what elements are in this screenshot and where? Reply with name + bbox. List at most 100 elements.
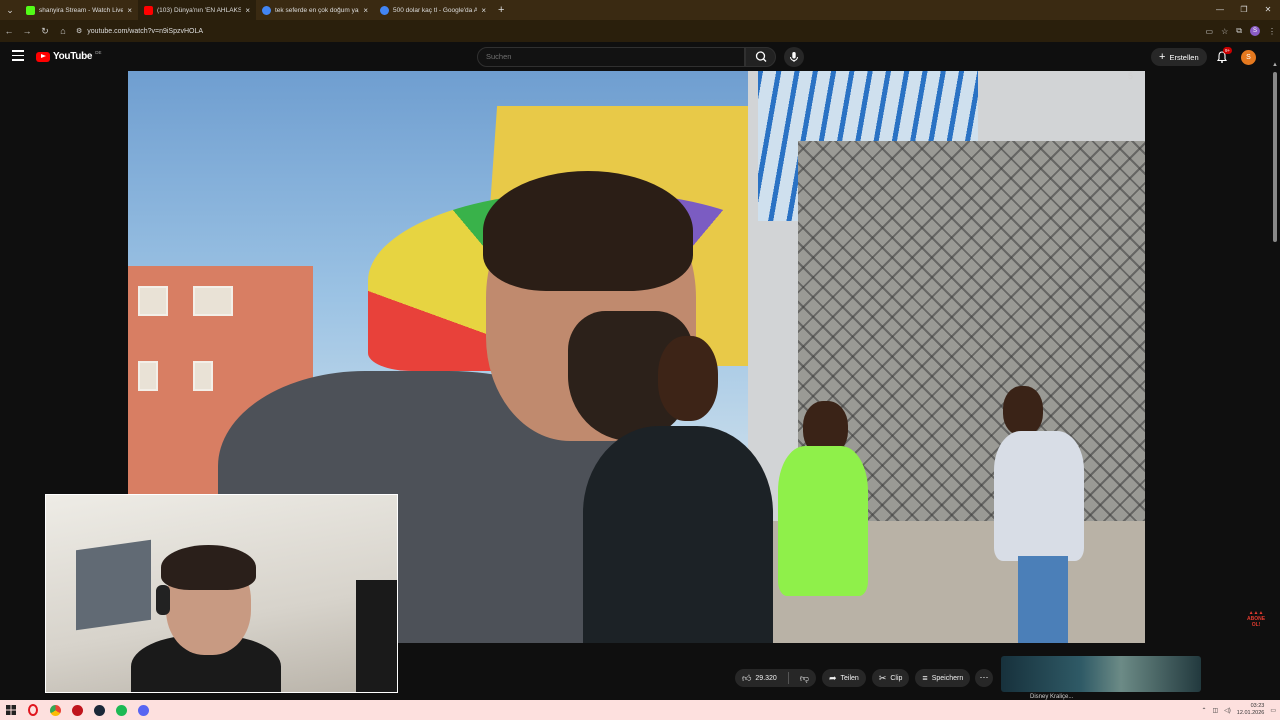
clip-label: Clip xyxy=(890,674,903,682)
dislike-button[interactable]: 👎︎ xyxy=(793,669,816,687)
clip-button[interactable]: ✂ Clip xyxy=(871,669,910,687)
opera-icon[interactable] xyxy=(22,700,44,720)
steam-icon[interactable] xyxy=(88,700,110,720)
back-icon[interactable]: ← xyxy=(0,26,18,36)
webcam-overlay xyxy=(45,494,398,693)
tab-close-icon[interactable]: × xyxy=(127,6,132,15)
window-controls: — ❐ ✕ xyxy=(1208,0,1280,20)
system-tray: ⌃ ◫ ◁) 03:23 12.01.2026 ▭ xyxy=(1201,700,1276,720)
share-icon: ➦ xyxy=(828,672,837,683)
logo-wordmark: YouTube xyxy=(53,51,93,62)
notification-badge: 9+ xyxy=(1223,47,1233,54)
network-icon[interactable]: ◫ xyxy=(1213,707,1219,714)
headset-icon xyxy=(156,585,170,615)
clock-time: 03:23 xyxy=(1250,703,1265,709)
profile-avatar[interactable]: S xyxy=(1250,26,1260,36)
clock[interactable]: 03:23 12.01.2026 xyxy=(1237,703,1265,717)
search-button[interactable] xyxy=(745,47,776,67)
country-code: DE xyxy=(95,50,102,55)
volume-icon[interactable]: ◁) xyxy=(1224,707,1231,714)
maximize-icon[interactable]: ❐ xyxy=(1232,0,1256,20)
tab-title: (103) Dünya'nın 'EN AHLAKSIZ' xyxy=(157,6,242,14)
share-button[interactable]: ➦ Teilen xyxy=(821,669,866,687)
address-bar[interactable]: ⚙ youtube.com/watch?v=n9iSpzvHOLA xyxy=(76,27,204,36)
kick-favicon-icon xyxy=(26,5,35,15)
create-label: Erstellen xyxy=(1169,52,1199,62)
like-button[interactable]: 👍︎ 29.320 xyxy=(735,669,784,687)
tab-search-icon[interactable]: ⌄ xyxy=(0,0,20,20)
tab-title: 500 dolar kaç tl - Google'da Ar xyxy=(393,6,478,14)
new-tab-button[interactable]: + xyxy=(492,4,510,16)
like-dislike-group: 👍︎ 29.320 👎︎ xyxy=(735,669,816,687)
reload-icon[interactable]: ↻ xyxy=(36,26,54,37)
start-icon[interactable] xyxy=(0,700,22,720)
thumbs-up-icon: 👍︎ xyxy=(742,672,752,683)
home-icon[interactable]: ⌂ xyxy=(54,26,72,36)
youtube-favicon-icon xyxy=(144,5,153,15)
forward-icon[interactable]: → xyxy=(18,26,36,36)
browser-tab-3[interactable]: tek seferde en çok doğum yapa × xyxy=(256,0,374,20)
video-actions: 👍︎ 29.320 👎︎ ➦ Teilen ✂ Clip ≡ Speichern xyxy=(735,669,971,687)
voice-search-button[interactable] xyxy=(784,47,804,67)
os-taskbar: ⌃ ◫ ◁) 03:23 12.01.2026 ▭ xyxy=(0,700,1280,720)
browser-tab-1[interactable]: shanyira Stream - Watch Live o × xyxy=(20,0,138,20)
app-icon[interactable] xyxy=(66,700,88,720)
url-text: youtube.com/watch?v=n9iSpzvHOLA xyxy=(87,27,204,35)
scroll-up-icon[interactable]: ▲ xyxy=(1272,62,1278,68)
more-icon: ⋯ xyxy=(979,672,989,682)
thumbs-down-icon: 👎︎ xyxy=(799,672,809,683)
browser-tab-strip: ⌄ shanyira Stream - Watch Live o × (103)… xyxy=(0,0,1280,20)
spotify-icon[interactable] xyxy=(110,700,132,720)
clock-date: 12.01.2026 xyxy=(1236,710,1265,716)
notification-center-icon[interactable]: ▭ xyxy=(1270,707,1276,714)
more-actions-button[interactable]: ⋯ xyxy=(975,669,993,687)
toolbar-right: ▭ ☆ ⧉ S ⋮ xyxy=(1206,20,1276,42)
video-person-hair xyxy=(483,171,693,291)
discord-icon[interactable] xyxy=(132,700,154,720)
extensions-icon[interactable]: ⧉ xyxy=(1236,26,1242,36)
tab-close-icon[interactable]: × xyxy=(363,6,368,15)
browser-menu-icon[interactable]: ⋮ xyxy=(1268,27,1276,36)
webcam-wall-painting xyxy=(76,539,151,631)
subscribe-overlay: ▲▲▲ ABONE OL! xyxy=(1245,610,1267,632)
minimize-icon[interactable]: — xyxy=(1208,0,1232,20)
tab-close-icon[interactable]: × xyxy=(245,6,250,15)
scrollbar[interactable] xyxy=(1273,72,1277,242)
avatar[interactable]: S xyxy=(1241,50,1256,65)
tab-title: shanyira Stream - Watch Live o xyxy=(39,6,124,14)
tab-close-icon[interactable]: × xyxy=(481,6,486,15)
video-bystander-head xyxy=(658,336,718,421)
tray-chevron-icon[interactable]: ⌃ xyxy=(1201,707,1206,714)
video-overlay-number: 5 xyxy=(1127,71,1133,81)
webcam-monitor xyxy=(356,580,397,692)
like-count: 29.320 xyxy=(755,674,777,682)
cast-icon[interactable]: ▭ xyxy=(1206,27,1214,36)
create-button[interactable]: + Erstellen xyxy=(1151,48,1207,66)
search-icon xyxy=(755,51,767,62)
youtube-logo[interactable]: YouTube DE xyxy=(36,50,102,62)
bookmark-star-icon[interactable]: ☆ xyxy=(1221,27,1228,36)
close-window-icon[interactable]: ✕ xyxy=(1256,0,1280,20)
recommended-video-thumbnail[interactable] xyxy=(1001,656,1201,692)
search-input[interactable]: Suchen xyxy=(477,47,745,67)
plus-icon: + xyxy=(1159,50,1166,63)
tab-title: tek seferde en çok doğum yapa xyxy=(275,6,360,14)
video-girl xyxy=(778,446,868,596)
video-boy-legs xyxy=(1018,556,1068,643)
share-label: Teilen xyxy=(840,674,859,682)
scissors-icon: ✂ xyxy=(878,672,887,683)
browser-toolbar: ← → ↻ ⌂ ⚙ youtube.com/watch?v=n9iSpzvHOL… xyxy=(0,20,1280,42)
subscribe-line-2: OL! xyxy=(1251,622,1261,628)
playlist-add-icon: ≡ xyxy=(922,672,928,683)
save-button[interactable]: ≡ Speichern xyxy=(915,669,971,687)
video-boy-head xyxy=(1003,386,1043,436)
browser-tab-4[interactable]: 500 dolar kaç tl - Google'da Ar × xyxy=(374,0,492,20)
menu-icon[interactable] xyxy=(12,50,24,62)
chrome-icon[interactable] xyxy=(44,700,66,720)
webcam-streamer-hair xyxy=(161,545,256,590)
browser-tab-2[interactable]: (103) Dünya'nın 'EN AHLAKSIZ' × xyxy=(138,0,256,20)
video-bystander xyxy=(583,426,773,643)
youtube-play-icon xyxy=(36,51,50,62)
site-info-icon[interactable]: ⚙ xyxy=(76,27,82,35)
save-label: Speichern xyxy=(931,674,964,682)
